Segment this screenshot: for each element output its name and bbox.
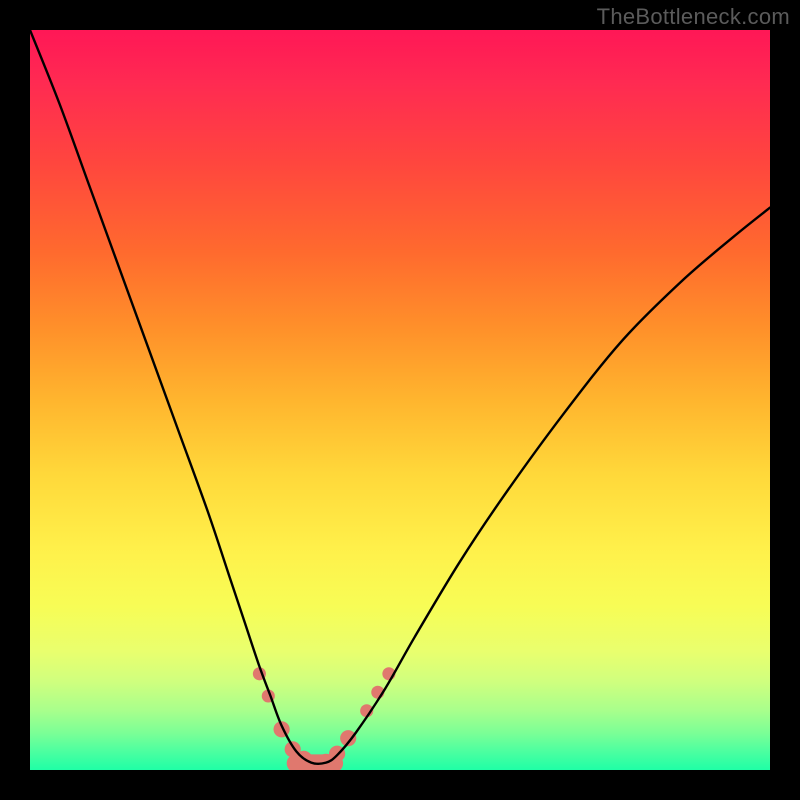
plot-area <box>30 30 770 770</box>
bottleneck-curve <box>30 30 770 764</box>
beads-group <box>253 667 396 770</box>
outer-frame: TheBottleneck.com <box>0 0 800 800</box>
watermark-text: TheBottleneck.com <box>597 4 790 30</box>
chart-svg <box>30 30 770 770</box>
